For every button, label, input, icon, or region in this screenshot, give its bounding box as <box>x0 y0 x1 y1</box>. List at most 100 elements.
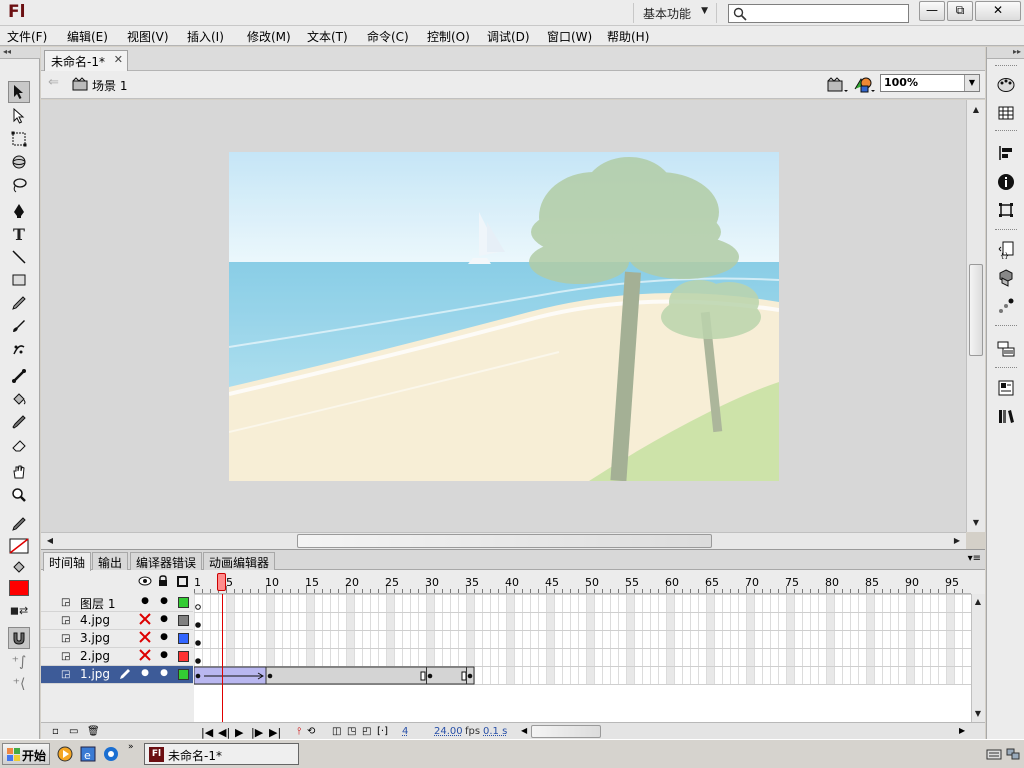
info-icon[interactable] <box>995 171 1017 193</box>
arrow-tool-icon[interactable] <box>8 81 30 103</box>
lock-icon[interactable] <box>158 575 168 590</box>
menu-debug[interactable]: 调试(D) <box>487 28 530 45</box>
keyframe-dot[interactable] <box>427 673 433 679</box>
eye-icon[interactable] <box>138 575 152 590</box>
lock-dot[interactable]: ● <box>158 632 170 642</box>
scroll-left-icon[interactable]: ◀ <box>521 726 527 735</box>
properties-icon[interactable] <box>995 377 1017 399</box>
fill-color-swatch[interactable] <box>8 577 30 599</box>
layer-color-swatch[interactable] <box>178 669 189 680</box>
panel-menu-icon[interactable]: ▾≡ <box>968 553 981 564</box>
hand-icon[interactable] <box>8 461 30 483</box>
step-back-icon[interactable]: ◀| <box>218 726 230 739</box>
play-icon[interactable]: ▶ <box>235 726 243 739</box>
scroll-thumb[interactable] <box>297 534 712 548</box>
brush-icon[interactable] <box>8 315 30 337</box>
layer-row[interactable]: ◲ 3.jpg ● <box>41 630 193 648</box>
document-tab[interactable]: 未命名-1* ✕ <box>44 50 128 71</box>
edit-multiple-icon[interactable]: ◰ <box>362 726 371 737</box>
hidden-x-icon[interactable] <box>139 649 151 664</box>
close-icon[interactable]: ✕ <box>114 53 123 66</box>
close-button[interactable]: ✕ <box>975 1 1021 21</box>
end-frame-marker[interactable] <box>420 671 426 681</box>
tab-timeline[interactable]: 时间轴 <box>43 552 92 571</box>
text-tool-icon[interactable]: T <box>8 223 30 245</box>
new-folder-icon[interactable]: ▭ <box>69 726 78 737</box>
edit-scene-icon[interactable] <box>827 76 849 97</box>
stage-canvas[interactable] <box>229 152 779 481</box>
search-input[interactable] <box>728 4 909 23</box>
straighten-icon[interactable]: ⁺⟨ <box>8 673 30 695</box>
visibility-dot[interactable]: ● <box>139 668 151 678</box>
menu-edit[interactable]: 编辑(E) <box>67 28 108 45</box>
tab-output[interactable]: 输出 <box>92 552 129 570</box>
first-frame-icon[interactable]: |◀ <box>201 726 213 739</box>
motion-presets-icon[interactable] <box>995 295 1017 317</box>
back-arrow-icon[interactable]: ⇐ <box>48 75 59 90</box>
paint-bucket-icon[interactable] <box>8 388 30 410</box>
line-tool-icon[interactable] <box>8 246 30 268</box>
keyframe-dot[interactable] <box>195 658 201 664</box>
step-forward-icon[interactable]: |▶ <box>251 726 263 739</box>
scroll-down-icon[interactable]: ▼ <box>968 515 984 531</box>
fps-value[interactable]: 24.00 <box>434 726 463 737</box>
hidden-x-icon[interactable] <box>139 613 151 628</box>
deco-icon[interactable] <box>8 338 30 360</box>
onion-outline-icon[interactable]: ◳ <box>347 726 356 737</box>
end-frame-marker[interactable] <box>461 671 467 681</box>
media-player-icon[interactable] <box>57 746 73 765</box>
workspace-switcher[interactable]: 基本功能 ▼ <box>633 3 717 23</box>
components-icon[interactable] <box>995 267 1017 289</box>
restore-button[interactable]: ⧉ <box>947 1 973 21</box>
smooth-icon[interactable]: ⁺∫ <box>8 651 30 673</box>
scroll-right-icon[interactable]: ▶ <box>949 533 965 549</box>
layer-row[interactable]: ◲ 2.jpg ● <box>41 648 193 666</box>
scroll-up-icon[interactable]: ▲ <box>971 594 985 610</box>
scroll-left-icon[interactable]: ◀ <box>42 533 58 549</box>
menu-view[interactable]: 视图(V) <box>127 28 169 45</box>
transform-icon[interactable] <box>995 199 1017 221</box>
pencil-icon[interactable] <box>8 292 30 314</box>
frame-ruler[interactable]: 1 5 10 15 20 25 30 35 40 45 50 55 60 65 … <box>194 572 971 594</box>
panel-grip[interactable]: ◂◂ <box>0 47 40 59</box>
scroll-up-icon[interactable]: ▲ <box>968 102 984 118</box>
hidden-x-icon[interactable] <box>139 631 151 646</box>
timeline-vertical-scrollbar[interactable]: ▲ ▼ <box>971 594 985 722</box>
bone-icon[interactable] <box>8 365 30 387</box>
keyframe-dot[interactable] <box>195 622 201 628</box>
quicklaunch-overflow-icon[interactable]: » <box>128 742 134 752</box>
keyboard-icon[interactable] <box>986 747 1002 764</box>
menu-control[interactable]: 控制(O) <box>427 28 470 45</box>
scroll-right-icon[interactable]: ▶ <box>959 726 965 735</box>
tab-motion-editor[interactable]: 动画编辑器 <box>203 552 276 570</box>
scroll-thumb[interactable] <box>531 725 601 738</box>
keyframe-dot[interactable] <box>195 673 201 679</box>
fill-color-icon[interactable] <box>8 556 30 578</box>
menu-help[interactable]: 帮助(H) <box>607 28 649 45</box>
settings-gear-icon[interactable] <box>103 746 119 765</box>
last-frame-icon[interactable]: ▶| <box>269 726 281 739</box>
panel-grip[interactable]: ▸▸ <box>987 47 1024 59</box>
zoom-select[interactable]: 100% ▼ <box>880 74 980 92</box>
frames-grid[interactable] <box>194 594 971 722</box>
layer-row[interactable]: ◲ 图层 1 ● ● <box>41 594 193 612</box>
trash-icon[interactable]: 🗑 <box>87 726 100 737</box>
layer-color-swatch[interactable] <box>178 597 189 608</box>
layer-color-swatch[interactable] <box>178 651 189 662</box>
swatches-icon[interactable] <box>995 102 1017 124</box>
menu-modify[interactable]: 修改(M) <box>247 28 291 45</box>
eraser-icon[interactable] <box>8 434 30 456</box>
pen-icon[interactable] <box>8 200 30 222</box>
library-icon[interactable] <box>995 405 1017 427</box>
keyframe-dot[interactable] <box>195 640 201 646</box>
lock-dot[interactable]: ● <box>158 596 170 606</box>
keyframe-dot[interactable] <box>267 673 273 679</box>
center-frame-icon[interactable]: ⫯ <box>297 726 301 737</box>
subselect-tool-icon[interactable] <box>8 105 30 127</box>
ie-browser-icon[interactable]: e <box>80 746 96 765</box>
visibility-dot[interactable]: ● <box>139 596 151 606</box>
new-layer-icon[interactable]: ▫ <box>52 726 59 737</box>
code-snippets-icon[interactable]: {} <box>995 239 1017 261</box>
3d-rotation-icon[interactable] <box>8 151 30 173</box>
stroke-color-swatch[interactable] <box>8 535 30 557</box>
